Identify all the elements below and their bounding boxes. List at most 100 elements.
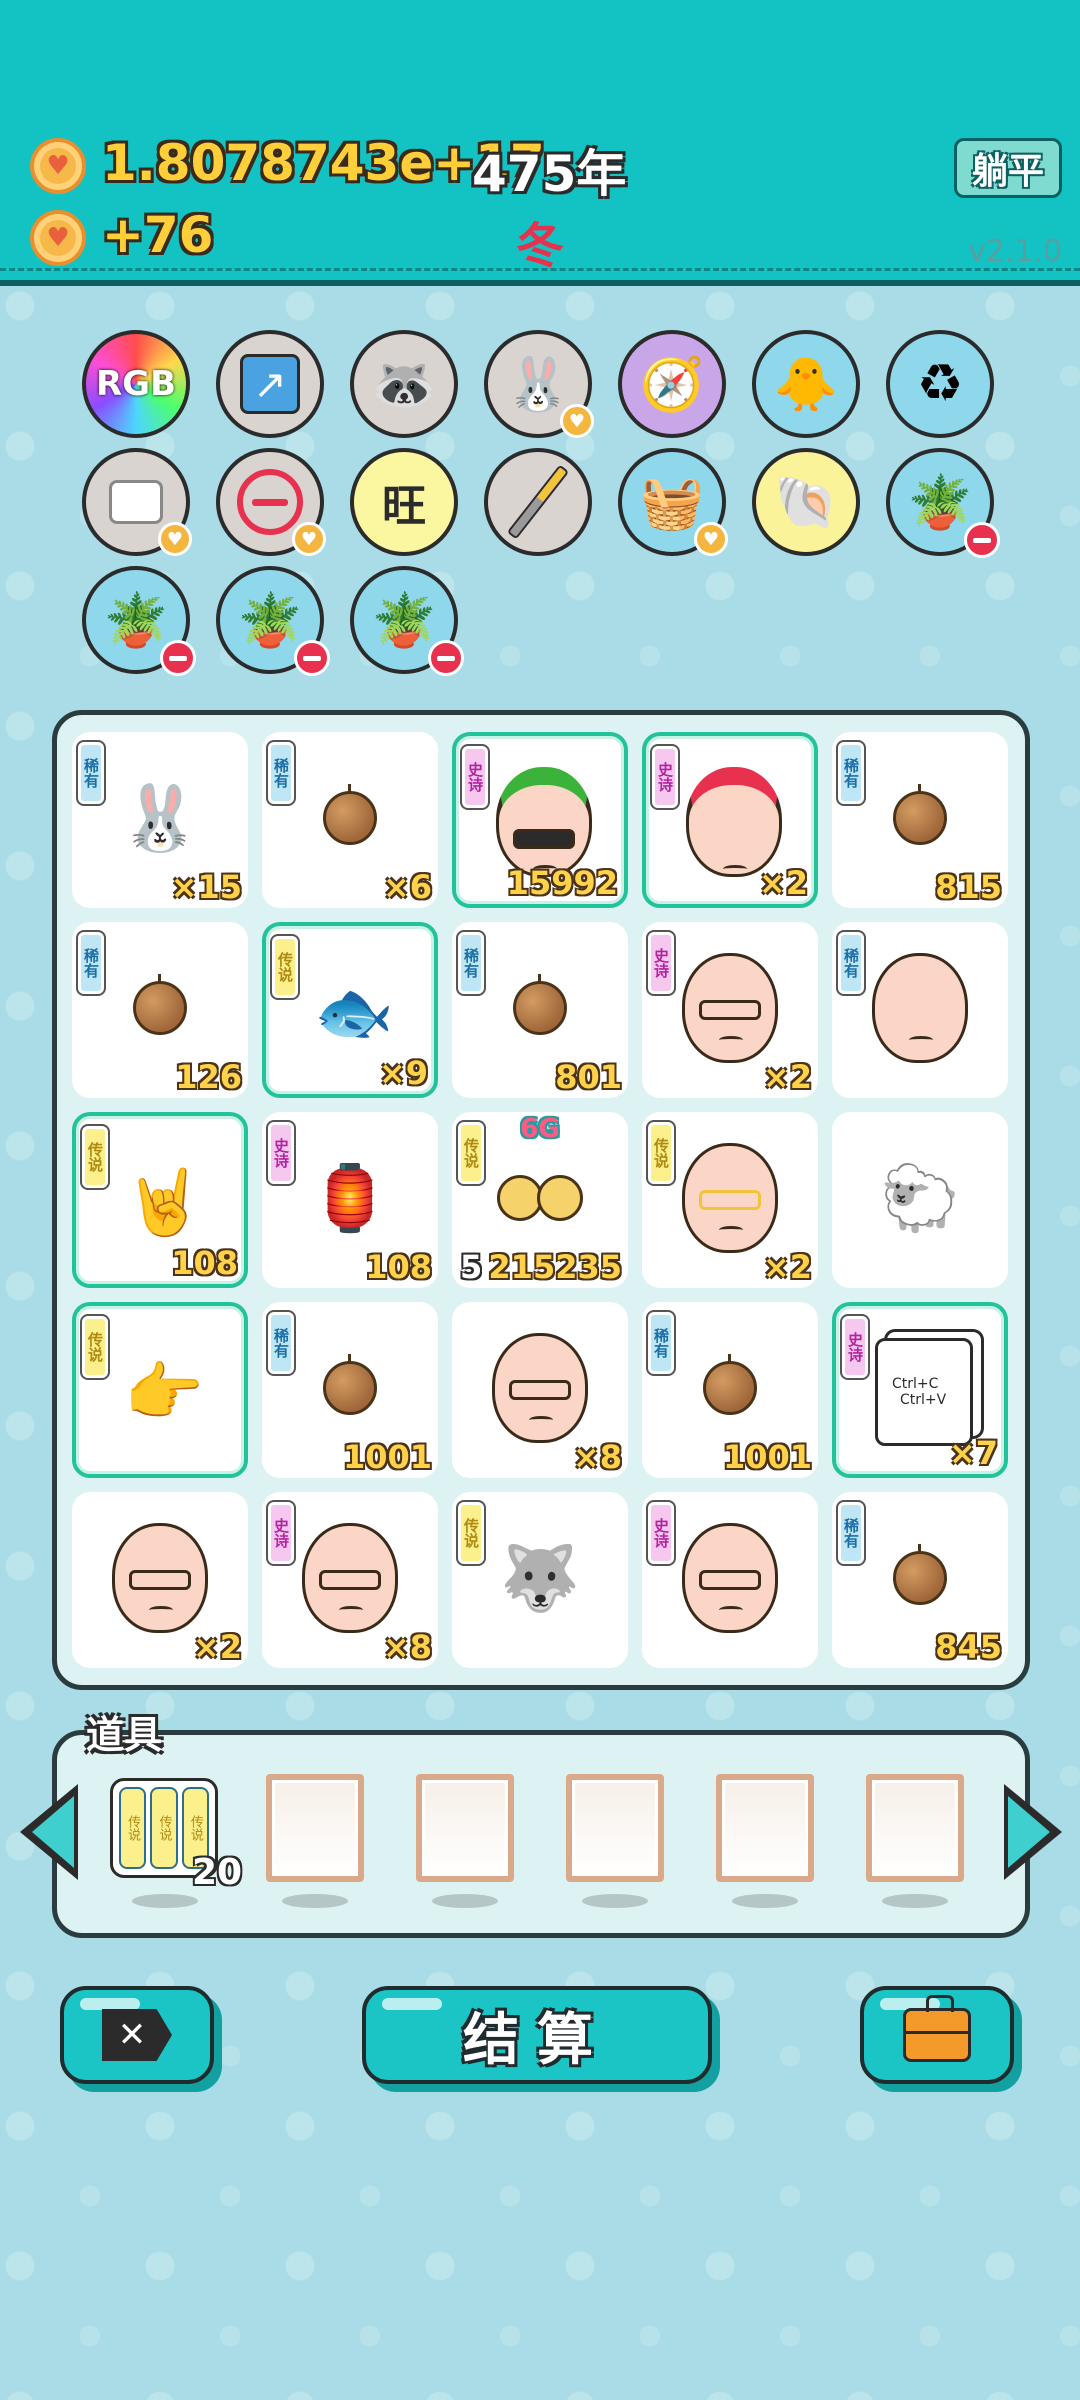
board-cell[interactable]: 稀有 801: [452, 922, 628, 1098]
flower-pot-symbol[interactable]: 🪴: [216, 566, 330, 676]
board-cell[interactable]: 传说 🐟 ×9: [262, 922, 438, 1098]
potato-icon: [680, 1338, 780, 1438]
remove-badge-icon[interactable]: [428, 640, 464, 676]
board-cell[interactable]: ×8: [452, 1302, 628, 1478]
slot-shadow: [132, 1894, 198, 1908]
board-cell[interactable]: 史诗 🏮 108: [262, 1112, 438, 1288]
wang-symbol[interactable]: 旺: [350, 448, 458, 556]
tools-next-arrow-icon[interactable]: [1004, 1784, 1062, 1880]
rarity-tag: 稀有: [268, 1312, 294, 1374]
cell-count: 845: [935, 1628, 1002, 1666]
flower-pot-icon: 🪴: [371, 590, 437, 651]
flower-pot-icon: 🪴: [237, 590, 303, 651]
empty-tool-slot[interactable]: [416, 1774, 514, 1882]
board-cell[interactable]: 史诗: [642, 1492, 818, 1668]
board-cell[interactable]: 传说 🐺: [452, 1492, 628, 1668]
rock-hand-icon: 🤘: [124, 1165, 204, 1240]
recycle-icon: ♻: [916, 354, 964, 414]
rarity-tag: 稀有: [78, 932, 104, 994]
rarity-tag: 传说: [458, 1502, 484, 1564]
board-cell[interactable]: 传说 ×2: [642, 1112, 818, 1288]
compass-icon: 🧭: [639, 354, 705, 415]
compass-symbol[interactable]: 🧭: [618, 330, 726, 438]
old-man-glasses-icon: [110, 1523, 210, 1633]
board-cell[interactable]: 史诗 ×2: [642, 732, 818, 908]
settle-button[interactable]: 结算: [362, 1986, 712, 2084]
board-cell[interactable]: 史诗 ×8: [262, 1492, 438, 1668]
flower-pot-symbol[interactable]: 🪴: [886, 448, 1000, 558]
old-man-glasses-icon: [300, 1523, 400, 1633]
remove-badge-icon[interactable]: [160, 640, 196, 676]
rarity-tag: 史诗: [268, 1502, 294, 1564]
board-cell[interactable]: 传说 6G 5 215235: [452, 1112, 628, 1288]
board-cell[interactable]: 史诗 15992: [452, 732, 628, 908]
rarity-tag: 稀有: [78, 742, 104, 804]
settle-button-label: 结算: [463, 2007, 611, 2073]
remove-badge-icon[interactable]: [294, 640, 330, 676]
husky-king-icon: 🐺: [500, 1541, 580, 1616]
coin-icon: ♥: [30, 138, 86, 194]
minus-sign-symbol[interactable]: ♥: [216, 448, 326, 556]
cell-count: 215235: [488, 1248, 622, 1286]
bunny-symbol[interactable]: 🐰 ♥: [484, 330, 594, 438]
empty-tool-slot[interactable]: [266, 1774, 364, 1882]
cell-count: 126: [175, 1058, 242, 1096]
minus-circle-icon: [237, 469, 303, 535]
board-cell[interactable]: 稀有 ×6: [262, 732, 438, 908]
rarity-tag: 稀有: [458, 932, 484, 994]
board-cell[interactable]: 传说 🤘 108: [72, 1112, 248, 1288]
board-cell[interactable]: ×2: [72, 1492, 248, 1668]
empty-tool-slot[interactable]: [566, 1774, 664, 1882]
rgb-symbol[interactable]: RGB: [82, 330, 190, 438]
board-cell[interactable]: 史诗 ×2: [642, 922, 818, 1098]
board-cell[interactable]: 稀有 845: [832, 1492, 1008, 1668]
board-cell[interactable]: 稀有 126: [72, 922, 248, 1098]
bunny-house-icon: 🏮: [310, 1161, 390, 1236]
skip-button[interactable]: ✕: [60, 1986, 214, 2084]
tools-prev-arrow-icon[interactable]: [20, 1784, 78, 1880]
season-label: 冬: [516, 218, 565, 274]
lie-flat-button[interactable]: 躺平: [954, 138, 1062, 198]
potato-icon: [870, 768, 970, 868]
rarity-tag: 史诗: [842, 1316, 868, 1378]
shell-symbol[interactable]: 🐚: [752, 448, 860, 556]
cell-count: 108: [365, 1248, 432, 1286]
tool-card-label: 传说: [150, 1787, 178, 1869]
sugar-cubes-symbol[interactable]: ♥: [82, 448, 192, 556]
empty-tool-slot[interactable]: [716, 1774, 814, 1882]
version-label: v2.1.0: [968, 234, 1063, 269]
raccoon-symbol[interactable]: 🦝: [350, 330, 458, 438]
screwdriver-symbol[interactable]: [484, 448, 592, 556]
cell-count: 1001: [722, 1438, 812, 1476]
rarity-tag: 稀有: [648, 1312, 674, 1374]
recycle-bag-symbol[interactable]: ♻: [886, 330, 994, 438]
board-cell[interactable]: 稀有 815: [832, 732, 1008, 908]
chick-egg-symbol[interactable]: 🐥: [752, 330, 860, 438]
rarity-tag: 传说: [272, 936, 298, 998]
board-cell[interactable]: 稀有 1001: [642, 1302, 818, 1478]
rgb-label: RGB: [95, 364, 176, 404]
tool-item-count: 20: [192, 1852, 243, 1893]
flower-pot-symbol[interactable]: 🪴: [82, 566, 196, 676]
board-cell[interactable]: 稀有: [832, 922, 1008, 1098]
potato-icon: [490, 958, 590, 1058]
board-cell[interactable]: 稀有 1001: [262, 1302, 438, 1478]
board-cell[interactable]: 稀有 🐰 ×15: [72, 732, 248, 908]
arrow-card-symbol[interactable]: ↗: [216, 330, 324, 438]
empty-tool-slot[interactable]: [866, 1774, 964, 1882]
cell-count: ×2: [762, 1058, 812, 1096]
year-label: 475年: [472, 145, 627, 203]
bag-button[interactable]: [860, 1986, 1014, 2084]
fruit-basket-symbol[interactable]: 🧺 ♥: [618, 448, 728, 556]
tools-title: 道具: [86, 1713, 163, 1757]
slot-shadow: [282, 1894, 348, 1908]
board-cell[interactable]: 🐑: [832, 1112, 1008, 1288]
slot-shadow: [882, 1894, 948, 1908]
remove-badge-icon[interactable]: [964, 522, 1000, 558]
flower-pot-symbol[interactable]: 🪴: [350, 566, 464, 676]
raccoon-icon: 🦝: [371, 354, 437, 415]
board-cell[interactable]: 史诗 Ctrl+C Ctrl+V ×7: [832, 1302, 1008, 1478]
board-cell[interactable]: 传说 👉: [72, 1302, 248, 1478]
pointing-hand-icon: 👉: [124, 1355, 204, 1430]
rarity-tag: 稀有: [268, 742, 294, 804]
